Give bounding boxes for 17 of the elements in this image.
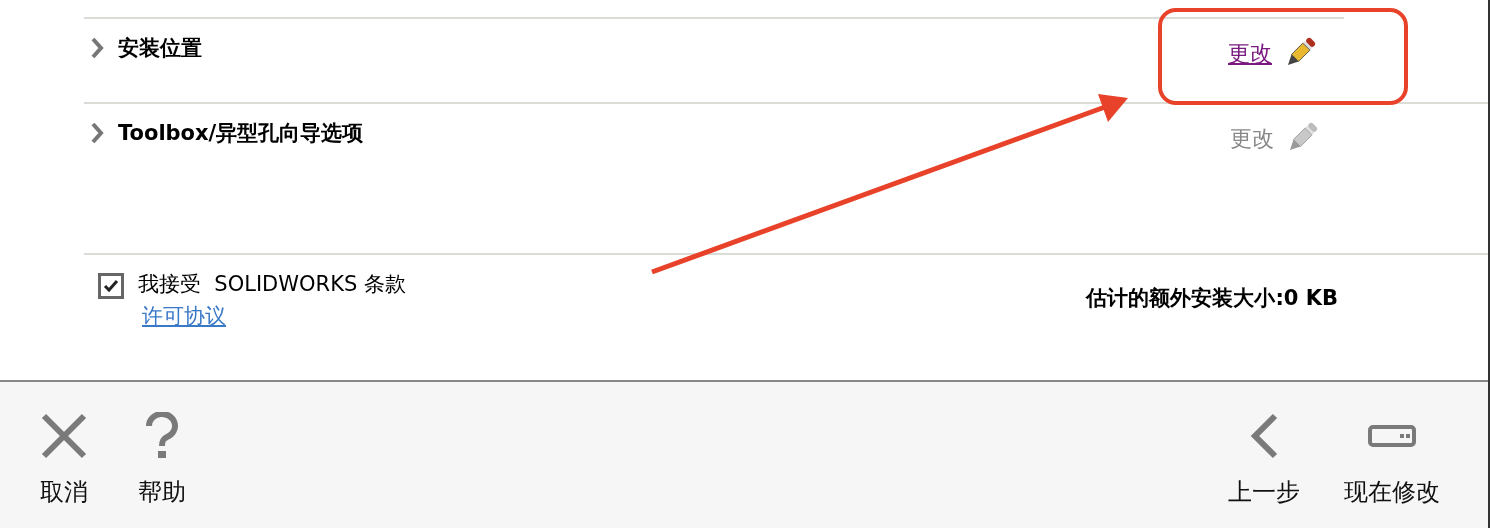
section-title: Toolbox/异型孔向导选项 bbox=[118, 120, 364, 147]
change-link[interactable]: 更改 bbox=[1228, 36, 1272, 70]
agreement-label: 我接受 SOLIDWORKS 条款 bbox=[138, 271, 406, 298]
license-link[interactable]: 许可协议 bbox=[142, 300, 226, 332]
install-size-text: 估计的额外安装大小:0 KB bbox=[1086, 285, 1338, 312]
chevron-right-icon[interactable] bbox=[90, 122, 104, 144]
footer-button[interactable]: 现在修改 bbox=[1340, 408, 1444, 504]
drive-icon bbox=[1368, 425, 1416, 447]
chevron-left-icon bbox=[1249, 412, 1279, 460]
section-title: 安装位置 bbox=[118, 35, 202, 62]
checkbox[interactable] bbox=[98, 273, 124, 299]
footer-button[interactable]: 上一步 bbox=[1224, 408, 1304, 504]
footer-button[interactable]: 帮助 bbox=[134, 408, 190, 504]
chevron-right-icon[interactable] bbox=[90, 37, 104, 59]
footer-button[interactable]: 取消 bbox=[36, 408, 92, 504]
close-icon bbox=[40, 412, 88, 460]
help-icon bbox=[145, 412, 179, 460]
